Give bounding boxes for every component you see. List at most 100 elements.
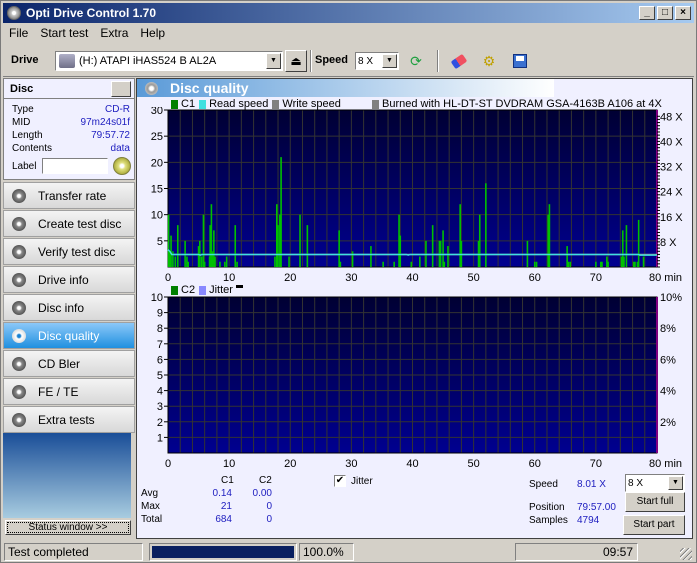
disc-panel-header: Disc xyxy=(4,79,134,99)
start-part-button[interactable]: Start part xyxy=(623,515,685,535)
nav-cd-bler[interactable]: CD Bler xyxy=(3,350,135,377)
resize-grip[interactable] xyxy=(680,548,692,560)
y-right-tick-label: 4% xyxy=(660,386,676,398)
maximize-button[interactable]: □ xyxy=(657,6,673,20)
disc-panel-toggle[interactable] xyxy=(111,81,131,97)
speed-select[interactable]: 8 X ▼ xyxy=(355,52,399,70)
status-bar: Test completed 100.0% 09:57 xyxy=(3,542,694,562)
app-disc-icon xyxy=(7,6,21,20)
c1-bar xyxy=(443,261,446,267)
eject-button[interactable]: ⏏ xyxy=(285,50,307,72)
drive-label: Drive xyxy=(11,54,39,66)
title-bar: Opti Drive Control 1.70 _ □ × xyxy=(3,3,694,23)
y-tick-label: 9 xyxy=(157,308,163,320)
nav-fe-te[interactable]: FE / TE xyxy=(3,378,135,405)
x-tick-label: 70 xyxy=(590,272,602,284)
x-tick-label: 50 xyxy=(468,272,480,284)
c1-bar xyxy=(299,214,301,267)
nav-transfer-rate[interactable]: Transfer rate xyxy=(3,182,135,209)
c1-bar xyxy=(567,261,570,267)
row-label: Contents xyxy=(12,143,53,154)
c1-bar xyxy=(447,246,449,267)
y-right-tick-label: 8% xyxy=(660,323,676,335)
y-tick-label: 6 xyxy=(157,354,163,366)
c1-bar xyxy=(200,256,203,267)
test-speed-select[interactable]: 8 X ▼ xyxy=(625,474,685,492)
save-icon xyxy=(513,54,527,68)
read-label-disc-icon[interactable] xyxy=(113,157,132,175)
settings-button[interactable]: ⚙ xyxy=(478,50,500,72)
c1-bar xyxy=(288,256,290,267)
menu-start-test[interactable]: Start test xyxy=(34,26,94,40)
c2-jitter-chart: 0 10 20 30 40 50 60 70 80 min 1 2 3 4 5 6 7 8 9 10 2% 4% 6% 8%… xyxy=(151,293,682,468)
y-tick-label: 2 xyxy=(157,417,163,429)
x-tick-label: 80 min xyxy=(649,458,682,468)
c1-bar xyxy=(442,230,444,267)
c1-bar xyxy=(203,261,206,267)
status-text: Test completed xyxy=(4,543,143,561)
y-tick-label: 7 xyxy=(157,339,163,351)
c1-bar xyxy=(370,246,372,267)
menu-extra[interactable]: Extra xyxy=(94,26,134,40)
c1-bar xyxy=(176,225,179,267)
c1-bar xyxy=(399,235,402,267)
c1-bar xyxy=(382,261,384,267)
c1-bar xyxy=(410,261,413,267)
stats-c2-value: 0.00 xyxy=(252,488,272,499)
speed-label: Speed xyxy=(315,54,349,66)
start-full-button[interactable]: Start full xyxy=(625,492,685,512)
c1-bar xyxy=(172,251,174,267)
disc-row-length: Length 79:57.72 xyxy=(4,129,134,142)
nav-disc-info[interactable]: Disc info xyxy=(3,294,135,321)
c1-bar xyxy=(642,256,645,267)
stats-c2-value: 0 xyxy=(266,514,272,525)
label-input[interactable] xyxy=(42,158,109,174)
menu-file[interactable]: File xyxy=(3,26,34,40)
nav-disc-quality[interactable]: Disc quality xyxy=(3,322,135,349)
c1-chart: 0 10 20 30 40 50 60 70 80 min 5 10 15 20 25 30 8 X 16 X 2… xyxy=(151,107,684,284)
x-tick-label: 70 xyxy=(590,458,602,468)
c1-bar xyxy=(637,219,640,267)
disc-icon xyxy=(12,300,26,315)
x-tick-label: 10 xyxy=(223,272,235,284)
nav-verify-test-disc[interactable]: Verify test disc xyxy=(3,238,135,265)
x-tick-label: 0 xyxy=(165,272,171,284)
c1-bar xyxy=(431,225,434,267)
erase-button[interactable] xyxy=(448,50,470,72)
stats-row-label: Total xyxy=(141,514,163,525)
app-window: Opti Drive Control 1.70 _ □ × File Start… xyxy=(0,0,697,563)
refresh-button[interactable]: ⟳ xyxy=(405,50,427,72)
close-button[interactable]: × xyxy=(675,6,691,20)
toolbar: Drive (H:) ATAPI iHAS524 B AL2A ▼ ⏏ Spee… xyxy=(3,45,694,77)
nav-extra-tests[interactable]: Extra tests xyxy=(3,406,135,433)
test-speed-value: 8 X xyxy=(628,477,644,489)
stats-row-label: Max xyxy=(141,501,160,512)
save-button[interactable] xyxy=(509,50,531,72)
minimize-button[interactable]: _ xyxy=(639,6,655,20)
jitter-checkbox[interactable]: ✔ xyxy=(334,475,346,487)
y-right-tick-label: 16 X xyxy=(660,212,683,224)
stats-c2-value: 0 xyxy=(266,501,272,512)
drive-select[interactable]: (H:) ATAPI iHAS524 B AL2A ▼ xyxy=(55,51,283,71)
chevron-down-icon[interactable]: ▼ xyxy=(266,53,281,69)
nav-drive-info[interactable]: Drive info xyxy=(3,266,135,293)
elapsed-time: 09:57 xyxy=(515,543,638,561)
window-title: Opti Drive Control 1.70 xyxy=(26,6,157,20)
c1-bar xyxy=(339,261,342,267)
c1-bar xyxy=(623,256,625,267)
disc-info-panel: Disc Type CD-R MID 97m24s01f Length 79:57.7… xyxy=(3,78,135,180)
jitter-checkbox-label: Jitter xyxy=(351,475,373,487)
progress-percent: 100.0% xyxy=(299,543,354,561)
status-window-button[interactable]: Status window >> xyxy=(5,520,131,535)
chevron-down-icon[interactable]: ▼ xyxy=(382,54,397,68)
chevron-down-icon[interactable]: ▼ xyxy=(668,476,683,490)
stats-header-c1: C1 xyxy=(221,475,234,486)
x-tick-label: 40 xyxy=(406,272,418,284)
c1-bar xyxy=(595,261,597,267)
y-tick-label: 30 xyxy=(151,107,163,117)
nav-create-test-disc[interactable]: Create test disc xyxy=(3,210,135,237)
c1-bar xyxy=(219,261,221,267)
disc-quality-panel: Disc quality C1 Read speed Write speed B… xyxy=(136,78,693,539)
x-tick-label: 20 xyxy=(284,458,296,468)
menu-help[interactable]: Help xyxy=(134,26,171,40)
